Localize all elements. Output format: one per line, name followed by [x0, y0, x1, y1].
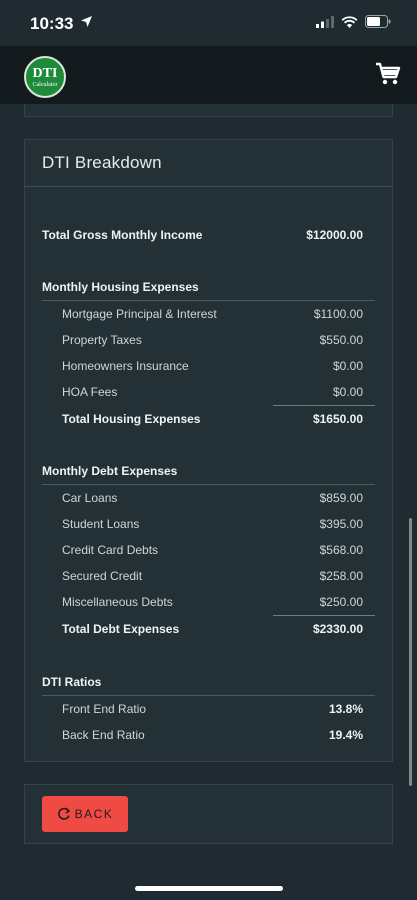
list-item-value: $0.00 [332, 385, 363, 399]
debt-total-row: Total Debt Expenses $2330.00 [25, 622, 392, 642]
scrollbar[interactable] [409, 518, 412, 786]
list-item: HOA Fees $0.00 [25, 385, 392, 405]
front-end-ratio-value: 13.8% [328, 702, 363, 716]
list-item-label: Homeowners Insurance [62, 359, 189, 373]
income-label: Total Gross Monthly Income [42, 228, 203, 242]
list-item-value: $0.00 [332, 359, 363, 373]
list-item-value: $568.00 [319, 543, 363, 557]
income-row: Total Gross Monthly Income $12000.00 [25, 228, 392, 248]
back-button-label: BACK [74, 807, 114, 821]
debt-heading-row: Monthly Debt Expenses [25, 464, 392, 484]
back-end-ratio-label: Back End Ratio [62, 728, 145, 742]
status-icons [316, 15, 391, 28]
back-card: BACK [24, 784, 393, 844]
housing-total-label: Total Housing Expenses [62, 412, 201, 426]
list-item-label: Secured Credit [62, 569, 143, 583]
card-divider [25, 186, 392, 187]
list-item: Miscellaneous Debts $250.00 [25, 595, 392, 615]
housing-total-line [273, 405, 375, 406]
list-item: Mortgage Principal & Interest $1100.00 [25, 307, 392, 327]
list-item-label: Mortgage Principal & Interest [62, 307, 217, 321]
list-item: Secured Credit $258.00 [25, 569, 392, 589]
logo-title: DTI [32, 66, 58, 81]
battery-icon [365, 15, 391, 28]
debt-total-value: $2330.00 [312, 622, 363, 636]
list-item-label: Miscellaneous Debts [62, 595, 173, 609]
status-bar: 10:33 [0, 0, 417, 46]
list-item-value: $1100.00 [313, 307, 363, 321]
debt-heading-line [42, 484, 375, 485]
home-indicator[interactable] [135, 886, 283, 891]
list-item-value: $258.00 [319, 569, 363, 583]
back-button[interactable]: BACK [42, 796, 128, 832]
list-item-value: $550.00 [319, 333, 363, 347]
income-value: $12000.00 [306, 228, 363, 242]
list-item-label: Property Taxes [62, 333, 142, 347]
front-end-ratio-row: Front End Ratio 13.8% [25, 702, 392, 722]
front-end-ratio-label: Front End Ratio [62, 702, 147, 716]
ratios-heading: DTI Ratios [42, 675, 102, 689]
app-header: DTI Calculator [0, 46, 417, 104]
housing-heading-line [42, 300, 375, 301]
dti-calculator-logo[interactable]: DTI Calculator [24, 56, 66, 98]
wifi-icon [341, 15, 358, 28]
debt-total-label: Total Debt Expenses [62, 622, 180, 636]
back-end-ratio-row: Back End Ratio 19.4% [25, 728, 392, 748]
card-title: DTI Breakdown [42, 153, 162, 172]
list-item: Credit Card Debts $568.00 [25, 543, 392, 563]
ratios-heading-line [42, 695, 375, 696]
location-arrow-icon [81, 16, 92, 27]
logo-subtitle: Calculator [32, 82, 58, 88]
status-time: 10:33 [30, 14, 74, 33]
previous-card-edge [24, 104, 393, 117]
debt-total-line [273, 615, 375, 616]
list-item: Car Loans $859.00 [25, 491, 392, 511]
housing-total-row: Total Housing Expenses $1650.00 [25, 412, 392, 432]
shopping-cart-icon[interactable] [375, 62, 401, 86]
back-end-ratio-value: 19.4% [328, 728, 363, 742]
list-item-label: Car Loans [62, 491, 118, 505]
list-item-value: $859.00 [319, 491, 363, 505]
housing-heading-row: Monthly Housing Expenses [25, 280, 392, 300]
list-item-value: $250.00 [319, 595, 363, 609]
housing-total-value: $1650.00 [312, 412, 363, 426]
list-item: Property Taxes $550.00 [25, 333, 392, 353]
ratios-heading-row: DTI Ratios [25, 675, 392, 695]
dti-breakdown-card: DTI Breakdown Total Gross Monthly Income… [24, 139, 393, 762]
list-item-label: HOA Fees [62, 385, 118, 399]
debt-heading: Monthly Debt Expenses [42, 464, 178, 478]
list-item: Student Loans $395.00 [25, 517, 392, 537]
list-item-label: Credit Card Debts [62, 543, 159, 557]
cellular-signal-icon [316, 15, 334, 28]
list-item-label: Student Loans [62, 517, 140, 531]
list-item-value: $395.00 [319, 517, 363, 531]
housing-heading: Monthly Housing Expenses [42, 280, 199, 294]
list-item: Homeowners Insurance $0.00 [25, 359, 392, 379]
refresh-icon [57, 807, 70, 820]
